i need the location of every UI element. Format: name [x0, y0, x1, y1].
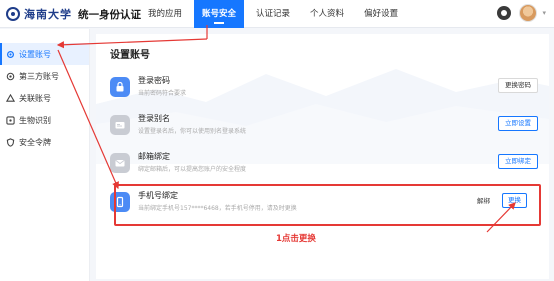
nav-account-security[interactable]: 账号安全 — [194, 0, 245, 28]
logo-text: 海南大学 — [24, 8, 72, 21]
sidebar-item-label: 第三方账号 — [19, 71, 59, 81]
sidebar-item-label: 安全令牌 — [19, 137, 51, 147]
bind-email-button[interactable]: 立即绑定 — [498, 154, 538, 169]
annotation-text: 1点击更换 — [276, 234, 316, 244]
row-title: 登录别名 — [138, 114, 170, 123]
gear-icon — [5, 49, 15, 59]
people-icon — [5, 93, 15, 103]
theme-toggle-icon[interactable] — [497, 6, 512, 20]
change-password-button[interactable]: 更换密码 — [498, 78, 538, 93]
sidebar-item-third-party[interactable]: 第三方账号 — [0, 65, 89, 87]
nav-auth-records[interactable]: 认证记录 — [248, 0, 298, 28]
password-row: 登录密码 当前密码符合要求 更换密码 — [110, 72, 540, 108]
row-description: 绑定邮箱后，可以提高您账户的安全程度 — [138, 166, 247, 173]
sidebar-item-account-settings[interactable]: 设置账号 — [0, 43, 89, 65]
system-title: 统一身份认证 — [78, 9, 141, 21]
sidebar: 设置账号 第三方账号 关联账号 生物识别 安全令牌 — [0, 29, 90, 281]
nav-my-apps[interactable]: 我的应用 — [140, 0, 190, 28]
seal-icon — [6, 7, 20, 21]
sidebar-item-label: 生物识别 — [19, 115, 51, 125]
sidebar-item-label: 关联账号 — [19, 93, 51, 103]
page-title: 设置账号 — [110, 50, 150, 61]
email-row: 邮箱绑定 绑定邮箱后，可以提高您账户的安全程度 立即绑定 — [110, 148, 540, 184]
sidebar-item-biometrics[interactable]: 生物识别 — [0, 109, 89, 131]
unbind-phone-button[interactable]: 解绑 — [472, 194, 495, 208]
main-panel: 设置账号 登录密码 当前密码符合要求 更换密码 登录别名 设置登录名后，你可以使… — [96, 34, 549, 279]
change-phone-button[interactable]: 更换 — [502, 193, 527, 208]
row-title: 登录密码 — [138, 76, 170, 85]
top-bar: 海南大学 统一身份认证 我的应用 账号安全 认证记录 个人资料 偏好设置 ▾ — [0, 0, 554, 28]
shield-icon — [5, 137, 15, 147]
nav-preferences[interactable]: 偏好设置 — [356, 0, 406, 28]
row-description: 当前密码符合要求 — [138, 90, 187, 97]
sidebar-item-security-token[interactable]: 安全令牌 — [0, 131, 89, 153]
link-icon — [5, 71, 15, 81]
university-logo[interactable]: 海南大学 — [6, 5, 72, 23]
main-nav: 我的应用 账号安全 认证记录 个人资料 偏好设置 — [140, 0, 406, 28]
sidebar-item-linked-accounts[interactable]: 关联账号 — [0, 87, 89, 109]
row-description: 设置登录名后，你可以使用别名登录系统 — [138, 128, 247, 135]
row-title: 邮箱绑定 — [138, 152, 170, 161]
sidebar-item-label: 设置账号 — [19, 49, 51, 59]
chevron-down-icon[interactable]: ▾ — [542, 9, 546, 17]
nav-profile[interactable]: 个人资料 — [302, 0, 352, 28]
id-card-icon — [110, 115, 130, 135]
phone-highlight-box: 解绑 更换 — [114, 184, 541, 226]
mail-icon — [110, 153, 130, 173]
top-right-tools: ▾ — [497, 4, 546, 22]
lock-icon — [110, 77, 130, 97]
avatar[interactable] — [519, 4, 538, 22]
alias-row: 登录别名 设置登录名后，你可以使用别名登录系统 立即设置 — [110, 110, 540, 146]
set-alias-button[interactable]: 立即设置 — [498, 116, 538, 131]
face-scan-icon — [5, 115, 15, 125]
